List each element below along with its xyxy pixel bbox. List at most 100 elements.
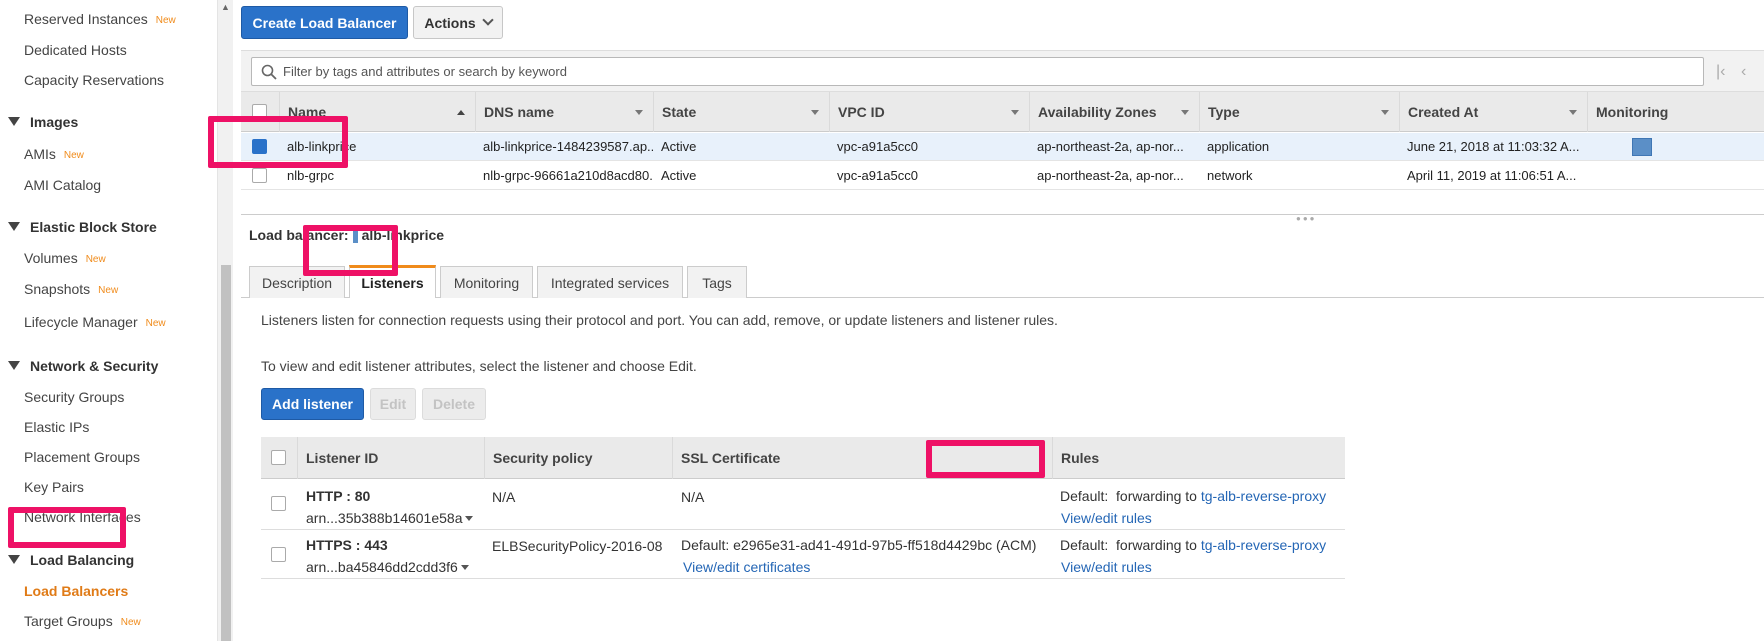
new-badge: New: [98, 285, 119, 296]
row-checkbox[interactable]: [252, 139, 267, 154]
sidebar-item-network-interfaces[interactable]: Network Interfaces: [24, 509, 141, 525]
select-all-checkbox[interactable]: [252, 104, 267, 119]
table-row[interactable]: alb-linkprice alb-linkprice-1484239587.a…: [241, 133, 1764, 161]
chevron-down-icon: [482, 14, 494, 26]
rule-default: Default: forwarding to tg-alb-reverse-pr…: [1060, 488, 1327, 504]
lb-color-marker: [352, 227, 358, 243]
tab-listeners[interactable]: Listeners: [349, 265, 436, 298]
collapse-triangle-icon: [8, 555, 20, 564]
tab-integrated-services[interactable]: Integrated services: [537, 266, 683, 298]
caret-down-icon: [465, 516, 474, 521]
pane-splitter[interactable]: [241, 214, 1764, 215]
view-edit-certificates-link[interactable]: View/edit certificates: [683, 559, 810, 575]
collapse-triangle-icon: [8, 361, 20, 370]
prev-page-icon[interactable]: ‹: [1741, 63, 1746, 81]
lb-name: nlb-grpc: [287, 168, 334, 183]
sidebar-item-key-pairs[interactable]: Key Pairs: [24, 479, 84, 495]
sidebar-item-ami-catalog[interactable]: AMI Catalog: [24, 177, 101, 193]
column-header-az[interactable]: Availability Zones: [1029, 92, 1199, 132]
new-badge: New: [63, 150, 84, 161]
column-header-rules: Rules: [1052, 437, 1345, 479]
sidebar-item-elastic-ips[interactable]: Elastic IPs: [24, 419, 89, 435]
listener-arn[interactable]: arn...ba45846dd2cdd3f6: [306, 559, 469, 575]
sidebar-item-dedicated-hosts[interactable]: Dedicated Hosts: [24, 42, 127, 58]
new-badge: New: [120, 617, 141, 628]
sidebar-item-placement-groups[interactable]: Placement Groups: [24, 449, 140, 465]
sort-icon: [1181, 110, 1189, 115]
column-header-ssl-certificate: SSL Certificate: [672, 437, 1052, 479]
new-badge: New: [155, 15, 176, 26]
resize-handle-icon[interactable]: ●●●: [1296, 214, 1317, 223]
table-row[interactable]: HTTP : 80 arn...35b388b14601e58a N/A N/A…: [261, 479, 1345, 530]
sidebar-section-images[interactable]: Images: [8, 114, 78, 130]
filter-bar: Filter by tags and attributes or search …: [241, 50, 1764, 92]
row-checkbox[interactable]: [271, 496, 286, 511]
column-header-monitoring[interactable]: Monitoring: [1587, 92, 1697, 132]
target-group-link[interactable]: tg-alb-reverse-proxy: [1201, 488, 1326, 504]
detail-title: Load balancer: alb-linkprice: [249, 227, 445, 243]
lb-dns: nlb-grpc-96661a210d8acd80...: [483, 168, 653, 183]
row-checkbox[interactable]: [252, 168, 267, 183]
view-edit-rules-link[interactable]: View/edit rules: [1061, 559, 1152, 575]
security-policy: ELBSecurityPolicy-2016-08: [492, 538, 663, 554]
sidebar-item-snapshots[interactable]: Snapshots New: [24, 281, 118, 297]
sidebar-section-network-security[interactable]: Network & Security: [8, 358, 158, 374]
collapse-triangle-icon: [8, 222, 20, 231]
row-checkbox[interactable]: [271, 547, 286, 562]
sidebar-section-elastic-block-store[interactable]: Elastic Block Store: [8, 219, 157, 235]
sidebar-item-load-balancers[interactable]: Load Balancers: [24, 583, 128, 599]
lb-dns: alb-linkprice-1484239587.ap...: [483, 139, 653, 154]
sidebar-item-security-groups[interactable]: Security Groups: [24, 389, 124, 405]
table-row[interactable]: HTTPS : 443 arn...ba45846dd2cdd3f6 ELBSe…: [261, 531, 1345, 579]
edit-button[interactable]: Edit: [370, 388, 416, 420]
column-header-type[interactable]: Type: [1199, 92, 1399, 132]
target-group-link[interactable]: tg-alb-reverse-proxy: [1201, 537, 1326, 553]
delete-button[interactable]: Delete: [422, 388, 486, 420]
sidebar-item-lifecycle-manager[interactable]: Lifecycle Manager New: [24, 314, 166, 330]
add-listener-button[interactable]: Add listener: [261, 388, 364, 420]
search-input[interactable]: Filter by tags and attributes or search …: [251, 57, 1704, 86]
sidebar-item-reserved-instances[interactable]: Reserved Instances New: [24, 11, 176, 27]
sidebar-item-target-groups[interactable]: Target Groups New: [24, 613, 141, 629]
sort-icon: [1381, 110, 1389, 115]
column-header-state[interactable]: State: [653, 92, 829, 132]
table-header: Name DNS name State VPC ID Availability …: [241, 92, 1764, 132]
lb-vpc: vpc-a91a5cc0: [837, 139, 918, 154]
listener-id: HTTP : 80: [306, 488, 371, 504]
sidebar-item-capacity-reservations[interactable]: Capacity Reservations: [24, 72, 164, 88]
collapse-triangle-icon: [8, 117, 20, 126]
column-header-name[interactable]: Name: [279, 92, 475, 132]
sidebar-item-volumes[interactable]: Volumes New: [24, 250, 106, 266]
scroll-up-arrow-icon[interactable]: ▲: [221, 2, 230, 12]
lb-vpc: vpc-a91a5cc0: [837, 168, 918, 183]
lb-type: application: [1207, 139, 1270, 154]
listener-arn[interactable]: arn...35b388b14601e58a: [306, 510, 474, 526]
tab-description[interactable]: Description: [249, 266, 345, 298]
lb-az: ap-northeast-2a, ap-nor...: [1037, 168, 1184, 183]
first-page-icon[interactable]: |‹: [1716, 63, 1725, 81]
monitoring-icon[interactable]: [1632, 138, 1652, 156]
tab-tags[interactable]: Tags: [687, 266, 747, 298]
table-header: Listener ID Security policy SSL Certific…: [261, 437, 1345, 479]
sidebar-scrollbar[interactable]: ▲: [217, 0, 233, 641]
tab-monitoring[interactable]: Monitoring: [440, 266, 533, 298]
column-header-created[interactable]: Created At: [1399, 92, 1587, 132]
column-header-dns[interactable]: DNS name: [475, 92, 653, 132]
create-load-balancer-button[interactable]: Create Load Balancer: [241, 6, 408, 39]
table-row[interactable]: nlb-grpc nlb-grpc-96661a210d8acd80... Ac…: [241, 162, 1764, 190]
sort-icon: [1569, 110, 1577, 115]
sidebar-section-load-balancing[interactable]: Load Balancing: [8, 552, 134, 568]
listeners-description: Listeners listen for connection requests…: [261, 312, 1058, 328]
main-content: Create Load Balancer Actions Filter by t…: [241, 0, 1764, 641]
column-header-security-policy: Security policy: [484, 437, 672, 479]
actions-button[interactable]: Actions: [413, 6, 503, 39]
select-all-checkbox[interactable]: [271, 450, 286, 465]
sort-icon: [1011, 110, 1019, 115]
column-header-vpc[interactable]: VPC ID: [829, 92, 1029, 132]
new-badge: New: [85, 254, 106, 265]
lb-state: Active: [661, 168, 697, 183]
sidebar-item-amis[interactable]: AMIs New: [24, 146, 84, 162]
column-header-listener-id: Listener ID: [297, 437, 484, 479]
view-edit-rules-link[interactable]: View/edit rules: [1061, 510, 1152, 526]
scrollbar-thumb[interactable]: [221, 265, 231, 641]
